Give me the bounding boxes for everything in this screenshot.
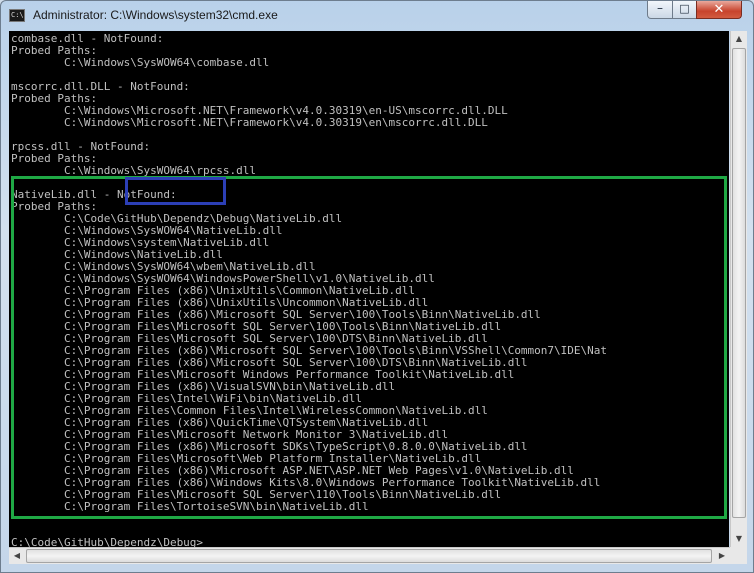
console-line: C:\Program Files\TortoiseSVN\bin\NativeL… bbox=[11, 500, 369, 513]
scroll-left-icon[interactable]: ◀ bbox=[9, 548, 25, 564]
scroll-down-icon[interactable]: ▼ bbox=[731, 531, 747, 547]
console-line: C:\Windows\SysWOW64\combase.dll bbox=[11, 56, 270, 69]
vertical-scroll-thumb[interactable] bbox=[732, 48, 746, 518]
cmd-window: C:\ Administrator: C:\Windows\system32\c… bbox=[0, 0, 754, 573]
minimize-button[interactable]: – bbox=[647, 1, 673, 19]
command-prompt: C:\Code\GitHub\Dependz\Debug> bbox=[11, 536, 204, 548]
console-output[interactable]: combase.dll - NotFound: Probed Paths: C:\… bbox=[9, 31, 729, 547]
maximize-button[interactable]: □ bbox=[672, 1, 697, 19]
horizontal-scroll-thumb[interactable] bbox=[26, 549, 712, 563]
console-lines: combase.dll - NotFound: Probed Paths: C:\… bbox=[11, 32, 607, 548]
resize-grip[interactable] bbox=[730, 547, 747, 564]
title-bar[interactable]: C:\ Administrator: C:\Windows\system32\c… bbox=[1, 1, 753, 31]
console-line: NativeLib.dll - NotFound: bbox=[11, 188, 177, 201]
scroll-right-icon[interactable]: ▶ bbox=[714, 548, 730, 564]
console-line: mscorrc.dll.DLL - NotFound: bbox=[11, 80, 190, 93]
vertical-scrollbar[interactable]: ▲ ▼ bbox=[730, 31, 747, 547]
console-line: combase.dll - NotFound: bbox=[11, 32, 164, 45]
scroll-up-icon[interactable]: ▲ bbox=[731, 31, 747, 47]
cmd-app-icon[interactable]: C:\ bbox=[9, 9, 25, 22]
console-line: C:\Windows\SysWOW64\rpcss.dll bbox=[11, 164, 257, 177]
close-button[interactable]: ✕ bbox=[696, 1, 742, 19]
console-line: rpcss.dll - NotFound: bbox=[11, 140, 151, 153]
window-title: Administrator: C:\Windows\system32\cmd.e… bbox=[33, 8, 278, 22]
horizontal-scrollbar[interactable]: ◀ ▶ bbox=[9, 547, 730, 564]
console-line: C:\Windows\Microsoft.NET\Framework\v4.0.… bbox=[11, 116, 488, 129]
